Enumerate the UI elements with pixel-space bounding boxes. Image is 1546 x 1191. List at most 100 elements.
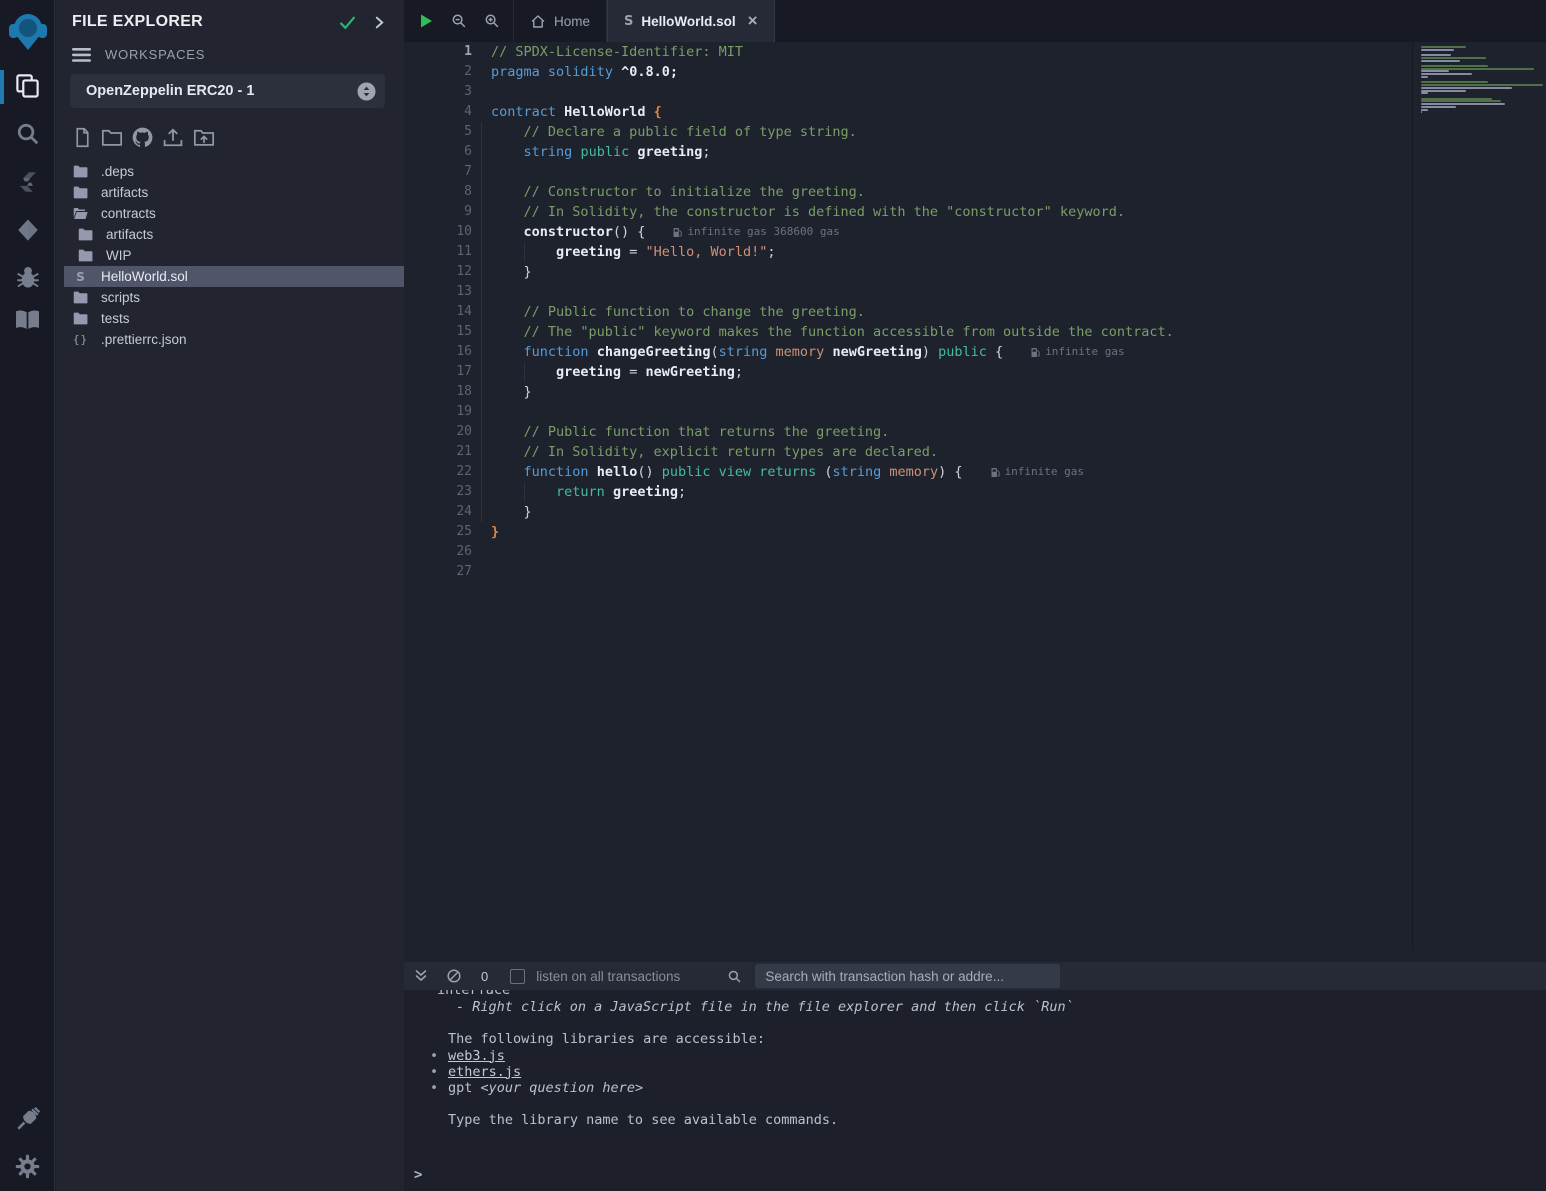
tree-item[interactable]: contracts (56, 203, 404, 224)
code-line[interactable]: 6 string public greeting; (404, 142, 1412, 162)
expand-terminal-icon[interactable] (414, 969, 428, 983)
line-number[interactable]: 19 (404, 402, 472, 422)
code-line[interactable]: 18 } (404, 382, 1412, 402)
line-number[interactable]: 21 (404, 442, 472, 462)
upload-folder-icon[interactable] (193, 128, 215, 147)
code-line[interactable]: 1 // SPDX-License-Identifier: MIT (404, 42, 1412, 62)
run-script-button[interactable] (418, 13, 434, 29)
new-file-icon[interactable] (73, 127, 92, 148)
workspace-ok-check-icon[interactable] (339, 15, 356, 30)
terminal-resize-handle[interactable] (404, 950, 1546, 962)
tree-item[interactable]: artifacts (56, 224, 404, 245)
tab-helloworld-sol[interactable]: S HelloWorld.sol × (607, 0, 775, 42)
code-line[interactable]: 5 // Declare a public field of type stri… (404, 122, 1412, 142)
debugger-icon[interactable] (0, 265, 55, 291)
line-number[interactable]: 4 (404, 102, 472, 122)
code-line[interactable]: 10 constructor() {infinite gas 368600 ga… (404, 222, 1412, 242)
code-editor[interactable]: 1 // SPDX-License-Identifier: MIT 2 prag… (404, 42, 1546, 950)
tree-item[interactable]: tests (56, 308, 404, 329)
code-line[interactable]: 12 } (404, 262, 1412, 282)
listen-transactions-checkbox[interactable] (510, 969, 525, 984)
code-line[interactable]: 25 } (404, 522, 1412, 542)
line-number[interactable]: 16 (404, 342, 472, 362)
tree-item[interactable]: WIP (56, 245, 404, 266)
line-number[interactable]: 23 (404, 482, 472, 502)
line-number[interactable]: 5 (404, 122, 472, 142)
library-link[interactable]: web3.js (448, 1048, 505, 1064)
deploy-and-run-icon[interactable] (0, 217, 55, 243)
code-line[interactable]: 20 // Public function that returns the g… (404, 422, 1412, 442)
code-line[interactable]: 17 greeting = newGreeting; (404, 362, 1412, 382)
line-number[interactable]: 1 (404, 42, 472, 62)
line-number[interactable]: 26 (404, 542, 472, 562)
library-link[interactable]: ethers.js (448, 1064, 521, 1080)
new-folder-icon[interactable] (101, 128, 123, 147)
file-explorer-icon[interactable] (0, 72, 55, 99)
close-tab-icon[interactable]: × (748, 11, 758, 31)
code-line[interactable]: 24 } (404, 502, 1412, 522)
code-line[interactable]: 19 (404, 402, 1412, 422)
line-number[interactable]: 27 (404, 562, 472, 582)
line-number[interactable]: 25 (404, 522, 472, 542)
remix-logo[interactable] (0, 8, 55, 54)
line-number[interactable]: 8 (404, 182, 472, 202)
line-number[interactable]: 15 (404, 322, 472, 342)
learneth-icon[interactable] (0, 308, 55, 333)
clear-console-icon[interactable] (446, 968, 462, 984)
code-line[interactable]: 4 contract HelloWorld { (404, 102, 1412, 122)
line-number[interactable]: 12 (404, 262, 472, 282)
code-line[interactable]: 3 (404, 82, 1412, 102)
line-number[interactable]: 10 (404, 222, 472, 242)
collapse-panel-chevron-icon[interactable] (373, 15, 386, 30)
line-number[interactable]: 13 (404, 282, 472, 302)
line-number[interactable]: 17 (404, 362, 472, 382)
minimap[interactable] (1412, 42, 1546, 950)
code-line[interactable]: 22 function hello() public view returns … (404, 462, 1412, 482)
tree-item[interactable]: S HelloWorld.sol (64, 266, 404, 287)
code-line[interactable]: 26 (404, 542, 1412, 562)
line-number[interactable]: 9 (404, 202, 472, 222)
tree-item[interactable]: .deps (56, 161, 404, 182)
settings-gear-icon[interactable] (0, 1154, 55, 1179)
terminal-prompt[interactable]: > (414, 1167, 422, 1183)
code-line[interactable]: 2 pragma solidity ^0.8.0; (404, 62, 1412, 82)
clone-github-icon[interactable] (132, 127, 153, 148)
zoom-in-button[interactable] (484, 13, 500, 29)
line-number[interactable]: 14 (404, 302, 472, 322)
line-number[interactable]: 11 (404, 242, 472, 262)
transaction-search-input[interactable] (755, 964, 1060, 988)
code-line[interactable]: 11 greeting = "Hello, World!"; (404, 242, 1412, 262)
code-line[interactable]: 16 function changeGreeting(string memory… (404, 342, 1412, 362)
code-text: // In Solidity, explicit return types ar… (491, 442, 938, 462)
code-line[interactable]: 23 return greeting; (404, 482, 1412, 502)
line-number[interactable]: 3 (404, 82, 472, 102)
code-line[interactable]: 21 // In Solidity, explicit return types… (404, 442, 1412, 462)
line-number[interactable]: 20 (404, 422, 472, 442)
line-number[interactable]: 7 (404, 162, 472, 182)
tree-item[interactable]: scripts (56, 287, 404, 308)
code-line[interactable]: 27 (404, 562, 1412, 582)
workspaces-menu-icon[interactable] (72, 48, 91, 62)
plugin-manager-icon[interactable] (0, 1106, 55, 1132)
line-number[interactable]: 18 (404, 382, 472, 402)
code-line[interactable]: 13 (404, 282, 1412, 302)
line-number[interactable]: 24 (404, 502, 472, 522)
line-number[interactable]: 22 (404, 462, 472, 482)
upload-file-icon[interactable] (162, 127, 184, 148)
code-line[interactable]: 9 // In Solidity, the constructor is def… (404, 202, 1412, 222)
workspace-select[interactable]: OpenZeppelin ERC20 - 1 (70, 74, 385, 108)
tree-item[interactable]: {} .prettierrc.json (56, 329, 404, 350)
tab-home[interactable]: Home (513, 0, 607, 42)
tab-label: Home (554, 14, 590, 29)
code-line[interactable]: 14 // Public function to change the gree… (404, 302, 1412, 322)
terminal-output[interactable]: interface- Right click on a JavaScript f… (404, 990, 1546, 1191)
solidity-compiler-icon[interactable] (0, 168, 55, 196)
search-icon[interactable] (0, 121, 55, 147)
zoom-out-button[interactable] (451, 13, 467, 29)
line-number[interactable]: 6 (404, 142, 472, 162)
code-line[interactable]: 15 // The "public" keyword makes the fun… (404, 322, 1412, 342)
code-line[interactable]: 7 (404, 162, 1412, 182)
line-number[interactable]: 2 (404, 62, 472, 82)
code-line[interactable]: 8 // Constructor to initialize the greet… (404, 182, 1412, 202)
tree-item[interactable]: artifacts (56, 182, 404, 203)
